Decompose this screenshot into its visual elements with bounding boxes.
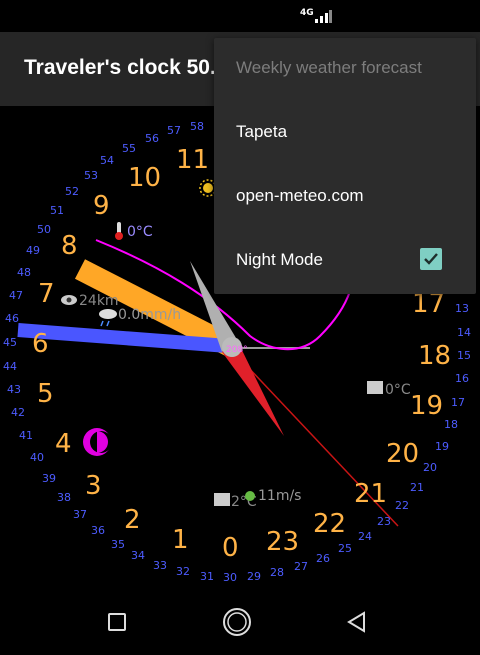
minute-53: 53 bbox=[84, 169, 98, 182]
options-menu: Weekly weather forecast Tapeta open-mete… bbox=[214, 38, 476, 294]
cloud-icon-right bbox=[367, 381, 383, 394]
minute-26: 26 bbox=[316, 552, 330, 565]
menu-label-tapeta: Tapeta bbox=[236, 122, 288, 141]
minute-33: 33 bbox=[153, 559, 167, 572]
minute-34: 34 bbox=[131, 549, 145, 562]
minute-40: 40 bbox=[30, 451, 44, 464]
menu-item-tapeta[interactable]: Tapeta bbox=[214, 102, 476, 166]
hour-0: 0 bbox=[222, 533, 239, 563]
minute-17: 17 bbox=[451, 396, 465, 409]
rain-cloud-icon bbox=[99, 309, 117, 327]
menu-label-open-meteo: open-meteo.com bbox=[236, 186, 364, 205]
hour-23: 23 bbox=[266, 527, 299, 557]
hour-8: 8 bbox=[61, 231, 78, 261]
night-mode-checkbox[interactable] bbox=[420, 248, 442, 270]
minute-22: 22 bbox=[395, 499, 409, 512]
minute-55: 55 bbox=[122, 142, 136, 155]
hour-6: 6 bbox=[32, 329, 49, 359]
hour-5: 5 bbox=[37, 379, 54, 409]
minute-31: 31 bbox=[200, 570, 214, 583]
minute-47: 47 bbox=[9, 289, 23, 302]
minute-57: 57 bbox=[167, 124, 181, 137]
minute-28: 28 bbox=[270, 566, 284, 579]
check-icon bbox=[424, 253, 438, 265]
minute-38: 38 bbox=[57, 491, 71, 504]
heading-label: 208° bbox=[226, 345, 248, 355]
minute-36: 36 bbox=[91, 524, 105, 537]
minute-37: 37 bbox=[73, 508, 87, 521]
minute-27: 27 bbox=[294, 560, 308, 573]
wind-icon bbox=[245, 491, 255, 501]
hour-11: 11 bbox=[176, 145, 209, 175]
minute-56: 56 bbox=[145, 132, 159, 145]
minute-45: 45 bbox=[3, 336, 17, 349]
visibility-value: 24km bbox=[79, 293, 119, 309]
home-icon[interactable] bbox=[217, 602, 257, 642]
minute-29: 29 bbox=[247, 570, 261, 583]
minute-43: 43 bbox=[7, 383, 21, 396]
hour-2: 2 bbox=[124, 505, 141, 535]
right-temperature: 0°C bbox=[385, 382, 411, 398]
signal-icon bbox=[315, 10, 332, 23]
menu-label-night-mode: Night Mode bbox=[236, 250, 323, 269]
hour-20: 20 bbox=[386, 439, 419, 469]
hour-10: 10 bbox=[128, 163, 161, 193]
status-bar: 4G bbox=[0, 0, 480, 32]
hour-7: 7 bbox=[38, 279, 55, 309]
minute-25: 25 bbox=[338, 542, 352, 555]
minute-39: 39 bbox=[42, 472, 56, 485]
minute-51: 51 bbox=[50, 204, 64, 217]
back-icon[interactable] bbox=[337, 602, 377, 642]
minute-52: 52 bbox=[65, 185, 79, 198]
minute-19: 19 bbox=[435, 440, 449, 453]
wind-value: 11m/s bbox=[258, 488, 301, 504]
minute-14: 14 bbox=[457, 326, 471, 339]
minute-42: 42 bbox=[11, 406, 25, 419]
hour-1: 1 bbox=[172, 525, 189, 555]
minute-49: 49 bbox=[26, 244, 40, 257]
minute-50: 50 bbox=[37, 223, 51, 236]
minute-54: 54 bbox=[100, 154, 114, 167]
minute-18: 18 bbox=[444, 418, 458, 431]
moon-icon bbox=[83, 428, 112, 456]
minute-15: 15 bbox=[457, 349, 471, 362]
minute-46: 46 bbox=[5, 312, 19, 325]
hour-21: 21 bbox=[354, 479, 387, 509]
minute-32: 32 bbox=[176, 565, 190, 578]
cloud-icon-bottom bbox=[214, 493, 230, 506]
hour-18: 18 bbox=[418, 341, 451, 371]
hour-3: 3 bbox=[85, 471, 102, 501]
menu-item-weekly-forecast: Weekly weather forecast bbox=[214, 38, 476, 102]
hour-19: 19 bbox=[410, 391, 443, 421]
minute-24: 24 bbox=[358, 530, 372, 543]
recents-icon[interactable] bbox=[97, 602, 137, 642]
minute-44: 44 bbox=[3, 360, 17, 373]
minute-48: 48 bbox=[17, 266, 31, 279]
network-type: 4G bbox=[300, 8, 314, 18]
menu-item-open-meteo[interactable]: open-meteo.com bbox=[214, 166, 476, 230]
minute-41: 41 bbox=[19, 429, 33, 442]
minute-20: 20 bbox=[423, 461, 437, 474]
navigation-bar bbox=[0, 590, 480, 655]
current-temperature: 0°C bbox=[127, 224, 153, 240]
minute-21: 21 bbox=[410, 481, 424, 494]
minute-35: 35 bbox=[111, 538, 125, 551]
thermometer-icon bbox=[115, 222, 123, 240]
app-title: Traveler's clock 50. bbox=[24, 56, 216, 79]
menu-label-weekly-forecast: Weekly weather forecast bbox=[236, 58, 422, 77]
hour-9: 9 bbox=[93, 191, 110, 221]
minute-58: 58 bbox=[190, 120, 204, 133]
precipitation-value: 0.0mm/h bbox=[118, 307, 181, 323]
eye-icon bbox=[61, 295, 77, 305]
minute-30: 30 bbox=[223, 571, 237, 584]
hour-4: 4 bbox=[55, 429, 72, 459]
hour-22: 22 bbox=[313, 509, 346, 539]
minute-16: 16 bbox=[455, 372, 469, 385]
minute-23: 23 bbox=[377, 515, 391, 528]
minute-13: 13 bbox=[455, 302, 469, 315]
